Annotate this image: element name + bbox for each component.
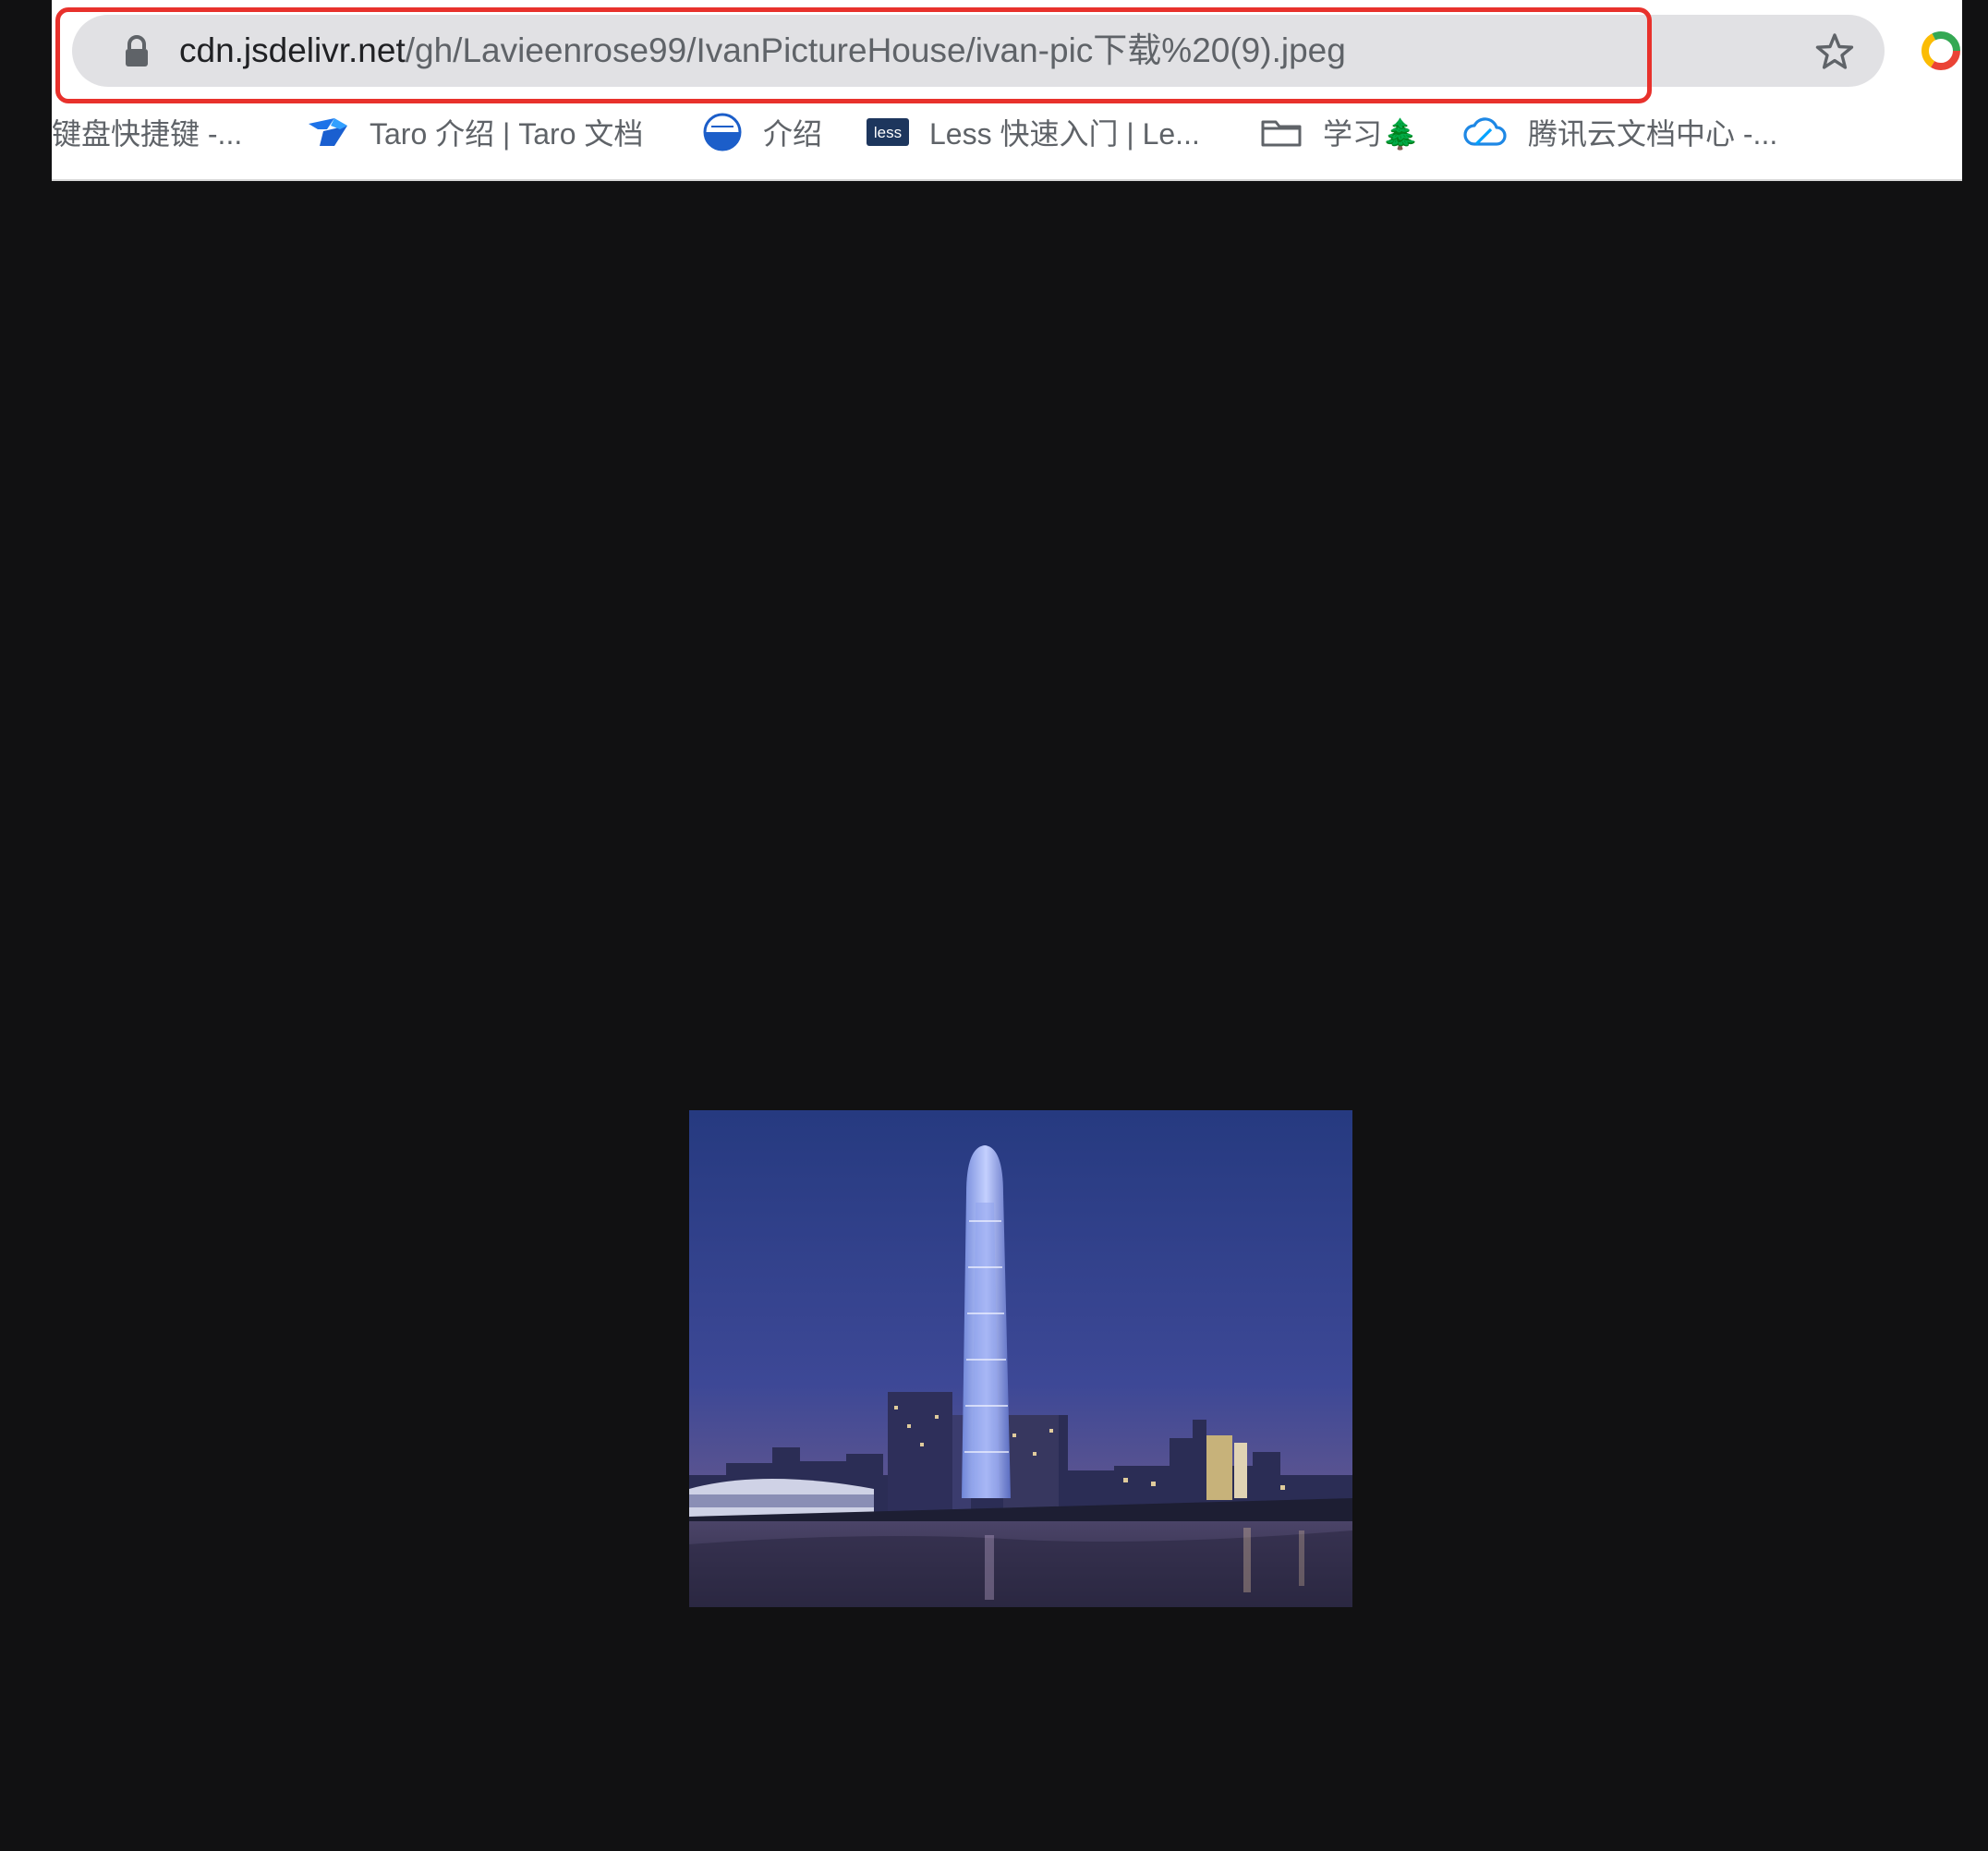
bookmark-tencent-cloud[interactable]: 腾讯云文档中心 -...	[1463, 109, 1777, 155]
bookmarks-bar: 键盘快捷键 -... Taro 介绍 | Taro 文档 介绍 less Les…	[52, 109, 1962, 155]
taro-icon	[309, 118, 347, 146]
bookmark-label: 介绍	[763, 117, 823, 151]
bookmark-label: 腾讯云文档中心 -...	[1528, 117, 1778, 151]
displayed-image[interactable]	[689, 1110, 1352, 1607]
bookmark-label: Taro 介绍 | Taro 文档	[370, 117, 644, 151]
less-icon: less	[867, 118, 909, 146]
bookmark-intro[interactable]: 介绍	[702, 109, 822, 155]
bookmark-taro[interactable]: Taro 介绍 | Taro 文档	[307, 109, 643, 155]
browser-toolbar: cdn.jsdelivr.net/gh/Lavieenrose99/IvanPi…	[52, 0, 1962, 181]
less-icon-text: less	[874, 124, 902, 141]
bookmark-keyboard-shortcuts[interactable]: 键盘快捷键 -...	[52, 109, 242, 155]
url-highlight-box	[55, 7, 1652, 103]
bookmark-folder-study[interactable]: 学习🌲	[1260, 109, 1419, 155]
bookmark-label: 学习🌲	[1323, 117, 1419, 151]
bookmark-less[interactable]: less Less 快速入门 | Le...	[867, 109, 1200, 155]
bookmark-star-icon[interactable]	[1814, 31, 1855, 72]
blue-globe-icon	[703, 113, 742, 151]
city-skyline-image	[689, 1110, 1352, 1607]
browser-window: cdn.jsdelivr.net/gh/Lavieenrose99/IvanPi…	[0, 0, 1988, 1851]
bookmark-label: 键盘快捷键 -...	[52, 117, 243, 151]
bookmark-label: Less 快速入门 | Le...	[929, 117, 1200, 151]
folder-icon	[1261, 120, 1302, 147]
tencent-cloud-icon	[1463, 117, 1507, 146]
extension-icon[interactable]	[1920, 30, 1962, 72]
